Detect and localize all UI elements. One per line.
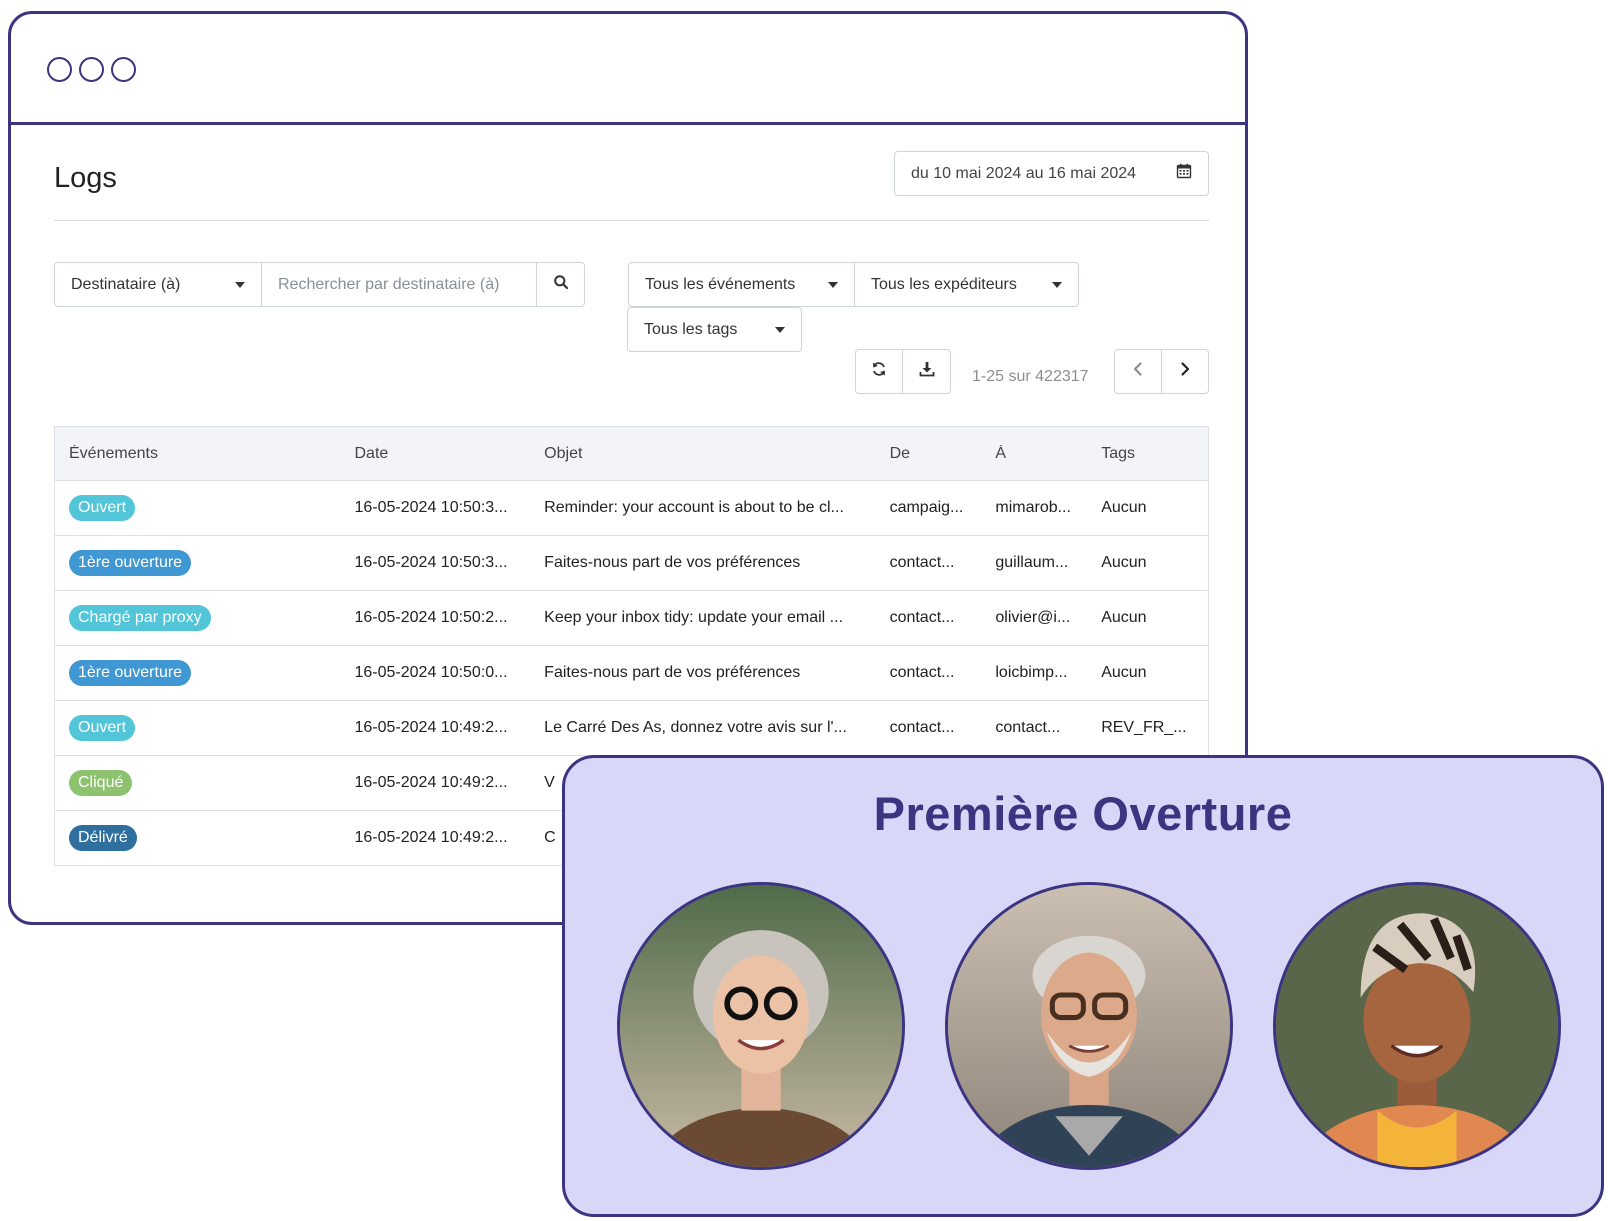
- previous-page-button[interactable]: [1114, 349, 1162, 394]
- avatar-woman-glasses: [617, 882, 905, 1170]
- table-header: Événements Date Objet De À Tags: [55, 427, 1208, 481]
- events-filter-select[interactable]: Tous les événements: [628, 262, 855, 307]
- table-row[interactable]: Ouvert 16-05-2024 10:49:2... Le Carré De…: [55, 701, 1208, 756]
- subject-cell: Le Carré Des As, donnez votre avis sur l…: [544, 719, 847, 736]
- column-header-to[interactable]: À: [995, 445, 1101, 463]
- download-button[interactable]: [902, 349, 951, 394]
- next-page-button[interactable]: [1161, 349, 1209, 394]
- refresh-button[interactable]: [855, 349, 903, 394]
- column-header-events[interactable]: Événements: [55, 445, 355, 463]
- to-cell: guillaum...: [995, 554, 1069, 571]
- window-control-close[interactable]: [47, 57, 72, 82]
- from-cell: campaig...: [889, 499, 964, 516]
- event-badge: Chargé par proxy: [69, 605, 211, 631]
- to-cell: mimarob...: [995, 499, 1071, 516]
- event-badge: Ouvert: [69, 715, 136, 741]
- column-header-subject[interactable]: Objet: [544, 445, 889, 463]
- event-badge: Ouvert: [69, 495, 136, 521]
- date-cell: 16-05-2024 10:50:3...: [354, 499, 508, 516]
- chevron-left-icon: [1130, 361, 1146, 382]
- event-badge: 1ère ouverture: [69, 660, 192, 686]
- to-cell: contact...: [995, 719, 1061, 736]
- subject-cell: Keep your inbox tidy: update your email …: [544, 609, 844, 626]
- card-title: Première Overture: [873, 787, 1293, 840]
- column-header-tags[interactable]: Tags: [1101, 445, 1208, 463]
- table-row[interactable]: 1ère ouverture 16-05-2024 10:50:0... Fai…: [55, 646, 1208, 701]
- from-cell: contact...: [889, 719, 955, 736]
- avatar-woman-headwrap: [1273, 882, 1561, 1170]
- window-control-minimize[interactable]: [79, 57, 104, 82]
- refresh-icon: [871, 361, 887, 382]
- from-cell: contact...: [889, 609, 955, 626]
- to-cell: olivier@i...: [995, 609, 1071, 626]
- from-cell: contact...: [889, 664, 955, 681]
- recipient-field-select-label: Destinataire (à): [71, 275, 181, 293]
- date-range-picker[interactable]: du 10 mai 2024 au 16 mai 2024: [894, 151, 1209, 196]
- events-filter-label: Tous les événements: [645, 275, 796, 293]
- window-control-maximize[interactable]: [111, 57, 136, 82]
- column-header-date[interactable]: Date: [355, 445, 545, 463]
- chevron-right-icon: [1177, 361, 1193, 382]
- recipient-search-input[interactable]: Rechercher par destinataire (à): [262, 262, 537, 307]
- tags-cell: Aucun: [1101, 664, 1147, 681]
- event-badge: 1ère ouverture: [69, 550, 192, 576]
- subject-cell: Faites-nous part de vos préférences: [544, 664, 801, 681]
- search-icon: [553, 274, 569, 295]
- tags-cell: REV_FR_...: [1101, 719, 1187, 736]
- event-badge: Délivré: [69, 825, 137, 851]
- recipient-field-select[interactable]: Destinataire (à): [54, 262, 262, 307]
- caret-down-icon: [235, 281, 245, 288]
- date-cell: 16-05-2024 10:49:2...: [354, 774, 508, 791]
- tags-filter-label: Tous les tags: [644, 320, 738, 338]
- page-title: Logs: [54, 162, 117, 194]
- table-row[interactable]: 1ère ouverture 16-05-2024 10:50:3... Fai…: [55, 536, 1208, 591]
- column-header-from[interactable]: De: [890, 445, 996, 463]
- caret-down-icon: [775, 326, 785, 333]
- header-divider: [54, 220, 1209, 221]
- pagination-range: 1-25 sur 422317: [972, 368, 1089, 385]
- first-open-card: Première Overture: [562, 755, 1604, 1217]
- from-cell: contact...: [889, 554, 955, 571]
- recipient-search-placeholder: Rechercher par destinataire (à): [278, 275, 500, 293]
- calendar-icon: [1176, 163, 1192, 184]
- download-icon: [919, 361, 935, 382]
- window-titlebar: [11, 14, 1245, 125]
- table-row[interactable]: Chargé par proxy 16-05-2024 10:50:2... K…: [55, 591, 1208, 646]
- date-cell: 16-05-2024 10:50:3...: [354, 554, 508, 571]
- table-row[interactable]: Ouvert 16-05-2024 10:50:3... Reminder: y…: [55, 481, 1208, 536]
- date-cell: 16-05-2024 10:49:2...: [354, 829, 508, 846]
- date-cell: 16-05-2024 10:50:0...: [354, 664, 508, 681]
- caret-down-icon: [828, 281, 838, 288]
- date-cell: 16-05-2024 10:49:2...: [354, 719, 508, 736]
- tags-filter-select[interactable]: Tous les tags: [627, 307, 802, 352]
- senders-filter-label: Tous les expéditeurs: [871, 275, 1017, 293]
- tags-cell: Aucun: [1101, 609, 1147, 626]
- search-button[interactable]: [536, 262, 585, 307]
- date-cell: 16-05-2024 10:50:2...: [354, 609, 508, 626]
- senders-filter-select[interactable]: Tous les expéditeurs: [854, 262, 1079, 307]
- date-range-text: du 10 mai 2024 au 16 mai 2024: [911, 164, 1137, 182]
- avatar-man-glasses: [945, 882, 1233, 1170]
- caret-down-icon: [1052, 281, 1062, 288]
- tags-cell: Aucun: [1101, 554, 1147, 571]
- subject-cell: Reminder: your account is about to be cl…: [544, 499, 844, 516]
- tags-cell: Aucun: [1101, 499, 1147, 516]
- to-cell: loicbimp...: [995, 664, 1068, 681]
- subject-cell: Faites-nous part de vos préférences: [544, 554, 801, 571]
- event-badge: Cliqué: [69, 770, 133, 796]
